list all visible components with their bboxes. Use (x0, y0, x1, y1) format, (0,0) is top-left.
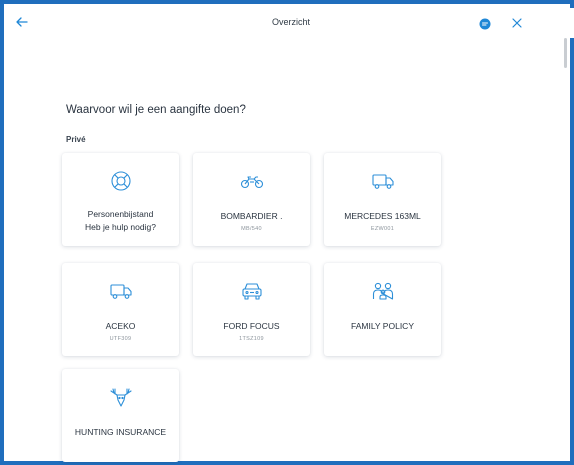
card-hunting-insurance[interactable]: HUNTING INSURANCE (62, 369, 179, 462)
app-window: Overzicht Waarvoor wil je een aangifte d… (0, 0, 574, 465)
card-title-line1: Personenbijstand (87, 209, 154, 219)
card-personenbijstand[interactable]: Personenbijstand Heb je hulp nodig? (62, 153, 179, 246)
chat-button[interactable] (479, 17, 491, 30)
family-icon (372, 282, 393, 300)
card-title: HUNTING INSURANCE (74, 427, 167, 437)
top-bar: Overzicht (8, 8, 574, 38)
card-bombardier[interactable]: BOMBARDIER . MB/540 (193, 153, 310, 246)
scrollbar[interactable] (560, 38, 570, 463)
card-title: FORD FOCUS (223, 321, 280, 331)
card-family-policy[interactable]: FAMILY POLICY (324, 263, 441, 356)
card-title: BOMBARDIER . (220, 211, 283, 221)
truck-icon (109, 284, 132, 299)
lifebuoy-icon (110, 171, 131, 191)
scrollbar-thumb[interactable] (564, 38, 567, 68)
card-title: MERCEDES 163ML (344, 211, 421, 221)
card-mercedes[interactable]: MERCEDES 163ML EZW001 (324, 153, 441, 246)
car-icon (241, 283, 262, 300)
card-ford-focus[interactable]: FORD FOCUS 1TSZ109 (193, 263, 310, 356)
motorcycle-icon (240, 176, 263, 189)
chat-icon (479, 18, 491, 30)
card-title-line2: Heb je hulp nodig? (85, 222, 156, 232)
page-heading: Waarvoor wil je een aangifte doen? (66, 104, 246, 116)
card-title: FAMILY POLICY (351, 321, 414, 331)
card-aceko[interactable]: ACEKO UTF309 (62, 263, 179, 356)
deer-icon (109, 388, 132, 407)
card-subtitle: UTF309 (109, 336, 132, 342)
close-icon (512, 18, 522, 28)
card-subtitle: MB/540 (241, 226, 262, 232)
card-title: ACEKO (105, 321, 136, 331)
card-subtitle: 1TSZ109 (239, 336, 264, 342)
section-label: Privé (66, 135, 86, 144)
close-button[interactable] (510, 16, 524, 30)
truck-icon (371, 174, 394, 189)
card-subtitle: EZW001 (370, 226, 395, 232)
